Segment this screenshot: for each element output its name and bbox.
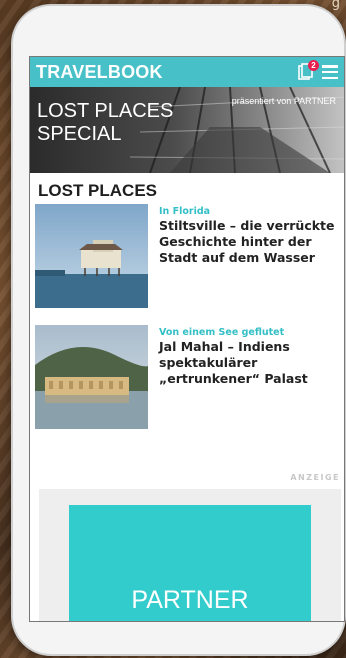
article-card[interactable]: Von einem See geflutet Jal Mahal – Indie… [35,325,341,429]
ad-container: PARTNER [39,489,341,621]
article-headline[interactable]: Stiltsville – die verrückte Geschichte h… [159,218,341,266]
brand-logo[interactable]: TRAVELBOOK [36,62,163,83]
ad-banner[interactable]: PARTNER [69,505,311,621]
app-bar: TRAVELBOOK 2 [30,57,344,87]
hero-sponsor-text: präsentiert von PARTNER [231,96,336,106]
article-text: Von einem See geflutet Jal Mahal – Indie… [159,327,341,387]
article-headline[interactable]: Jal Mahal – Indiens spektakulärer „ertru… [159,339,341,387]
bookmark-count-badge: 2 [308,60,319,71]
app-bar-icons: 2 [298,60,338,81]
hero-title-line1: LOST PLACES [37,100,174,122]
section-title: LOST PLACES [38,181,158,200]
article-kicker[interactable]: In Florida [159,206,341,217]
article-card[interactable]: In Florida Stiltsville – die verrückte G… [35,204,341,308]
ad-label: PARTNER [131,585,249,614]
hero-title-line2: SPECIAL [37,123,122,145]
article-text: In Florida Stiltsville – die verrückte G… [159,206,341,266]
article-thumbnail[interactable] [35,204,148,308]
phone-screen: TRAVELBOOK 2 LOST PLACES SPECIAL präsent… [29,56,345,622]
article-kicker[interactable]: Von einem See geflutet [159,327,341,338]
ad-tag: ANZEIGE [290,473,340,482]
hamburger-menu-icon[interactable] [322,65,338,79]
bookmarks-icon[interactable]: 2 [298,60,319,81]
hero-title: LOST PLACES SPECIAL [37,100,173,146]
article-thumbnail[interactable] [35,325,148,429]
background-text: g [331,0,340,11]
hero-banner[interactable]: LOST PLACES SPECIAL präsentiert von PART… [30,87,344,173]
